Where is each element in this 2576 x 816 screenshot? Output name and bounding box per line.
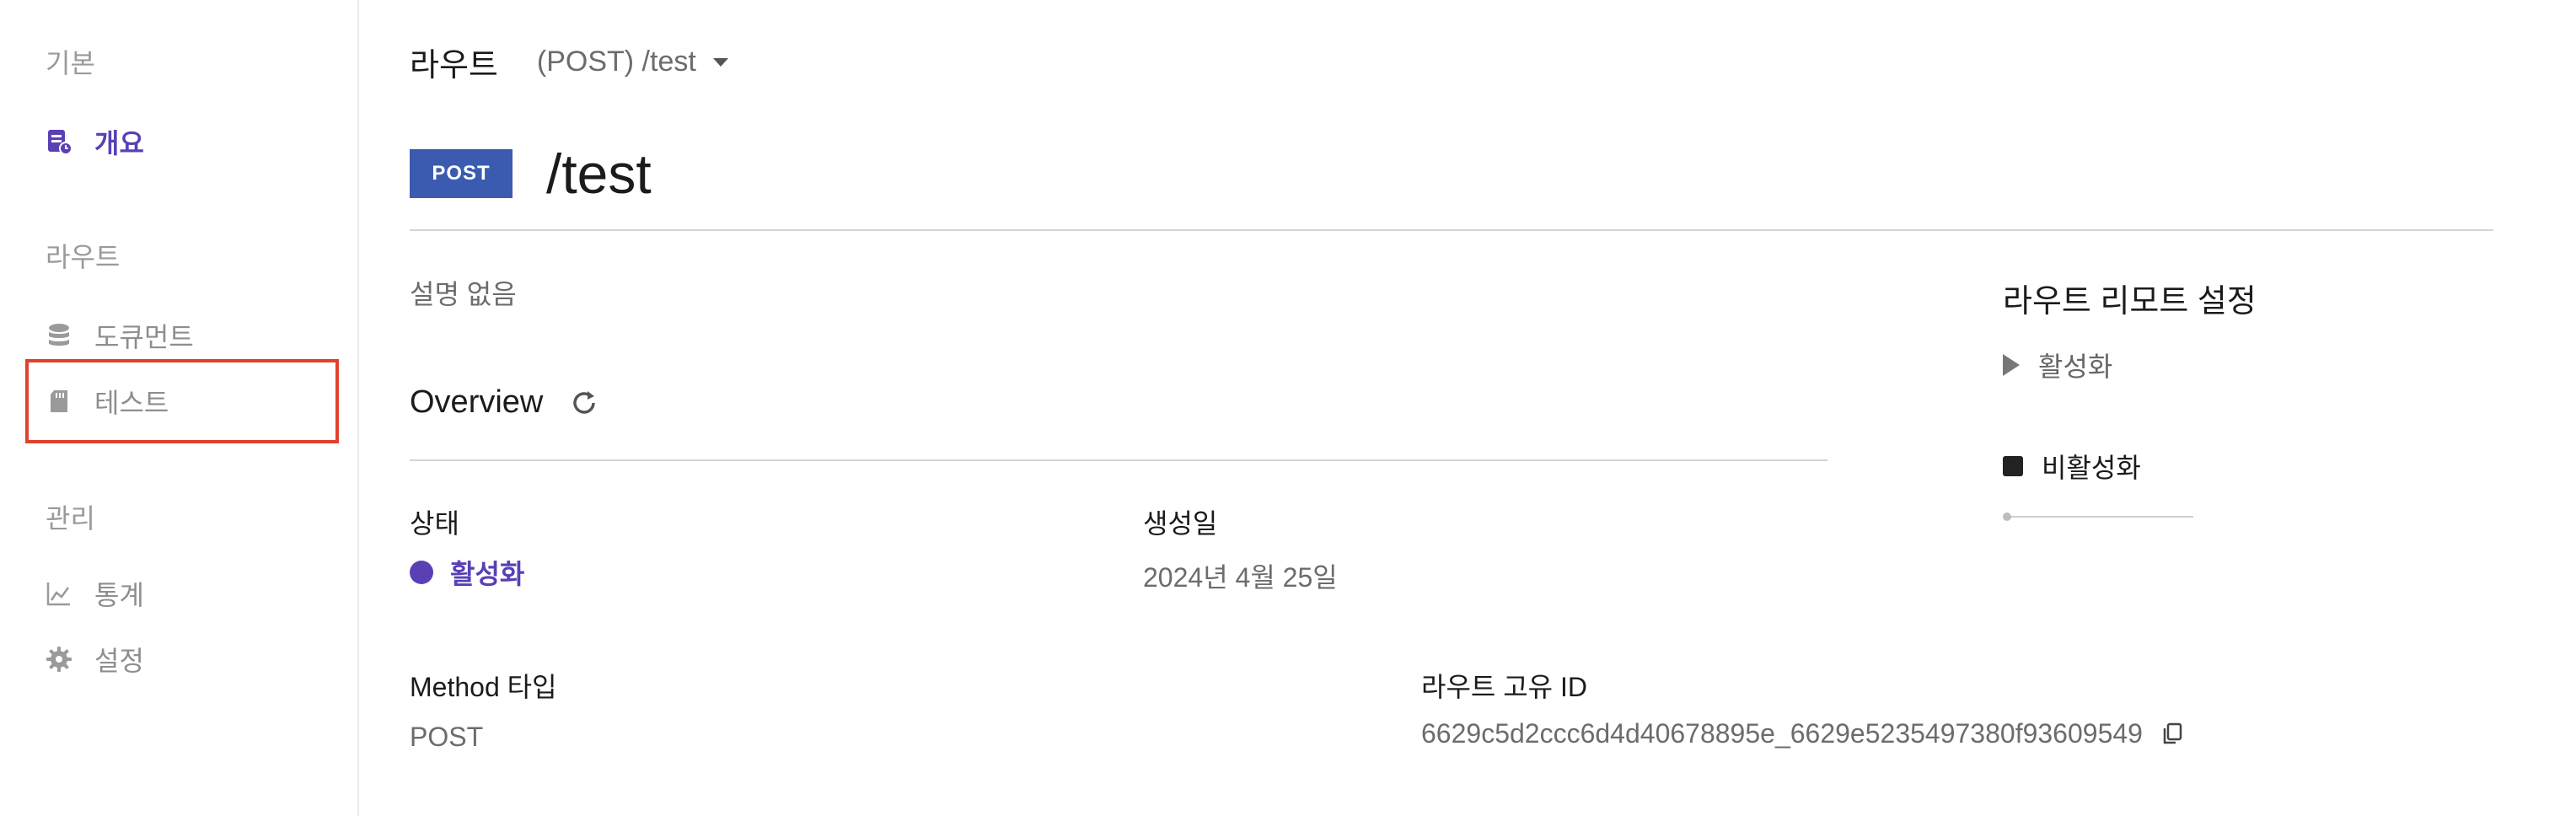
- overview-title: Overview: [410, 384, 544, 420]
- sidebar-item-label: 테스트: [94, 388, 169, 418]
- remote-settings-title: 라우트 리모트 설정: [2003, 284, 2257, 319]
- section-title-basic: 기본: [46, 48, 95, 78]
- section-title-route: 라우트: [46, 242, 121, 272]
- sidebar-item-label: 설정: [94, 646, 144, 676]
- method-type-value: POST: [410, 722, 484, 752]
- route-description: 설명 없음: [410, 279, 517, 309]
- created-value: 2024년 4월 25일: [1143, 562, 1338, 593]
- deactivate-label: 비활성화: [2042, 453, 2141, 483]
- gear-icon: [46, 646, 72, 673]
- page-section-title: 라우트: [410, 48, 498, 83]
- route-select-value: (POST) /test: [536, 46, 696, 78]
- route-id-label: 라우트 고유 ID: [1421, 672, 1587, 702]
- route-heading: POST /test: [410, 142, 652, 206]
- top-bar: 라우트 (POST) /test: [410, 39, 728, 85]
- overview-doc-icon: [46, 128, 72, 155]
- status-value: 활성화: [410, 553, 524, 592]
- sd-card-icon: [46, 388, 72, 415]
- overview-header: Overview: [410, 384, 600, 421]
- route-id-row: 6629c5d2ccc6d4d40678895e_6629e5235497380…: [1421, 718, 2185, 749]
- divider: [410, 459, 1827, 461]
- method-badge: POST: [410, 149, 513, 198]
- database-icon: [46, 322, 72, 349]
- sidebar-item-settings[interactable]: 설정: [46, 639, 144, 679]
- stop-icon: [2003, 456, 2023, 476]
- deactivate-button[interactable]: 비활성화: [2003, 447, 2141, 486]
- section-title-manage: 관리: [46, 503, 95, 534]
- sidebar-item-test[interactable]: 테스트: [46, 381, 169, 421]
- sidebar-item-label: 개요: [94, 128, 144, 158]
- sidebar-item-stats[interactable]: 통계: [46, 573, 144, 614]
- route-id-value: 6629c5d2ccc6d4d40678895e_6629e5235497380…: [1421, 718, 2143, 749]
- status-label: 상태: [410, 508, 459, 539]
- progress-slider[interactable]: [2003, 513, 2193, 521]
- sidebar-item-overview[interactable]: 개요: [46, 121, 144, 162]
- slider-knob[interactable]: [2003, 513, 2011, 521]
- status-dot-icon: [410, 561, 433, 584]
- chart-line-icon: [46, 580, 72, 607]
- activate-button[interactable]: 활성화: [2003, 346, 2112, 384]
- sidebar: 기본 개요 라우트 도큐먼트 테스트 관리 통계 설정: [0, 0, 359, 816]
- created-label: 생성일: [1143, 508, 1218, 539]
- divider: [410, 229, 2493, 231]
- sidebar-item-documents[interactable]: 도큐먼트: [46, 315, 194, 356]
- page-title: /test: [546, 142, 652, 205]
- chevron-down-icon: [712, 57, 728, 67]
- main-content: 라우트 (POST) /test POST /test 설명 없음 Overvi…: [359, 0, 2576, 816]
- refresh-icon[interactable]: [568, 387, 600, 419]
- status-text: 활성화: [450, 559, 525, 589]
- activate-label: 활성화: [2038, 352, 2113, 382]
- copy-icon[interactable]: [2160, 722, 2185, 747]
- sidebar-item-label: 통계: [94, 580, 144, 610]
- route-select-dropdown[interactable]: (POST) /test: [537, 46, 728, 78]
- play-icon: [2003, 354, 2020, 376]
- sidebar-item-label: 도큐먼트: [94, 322, 194, 352]
- method-type-label: Method 타입: [410, 672, 557, 702]
